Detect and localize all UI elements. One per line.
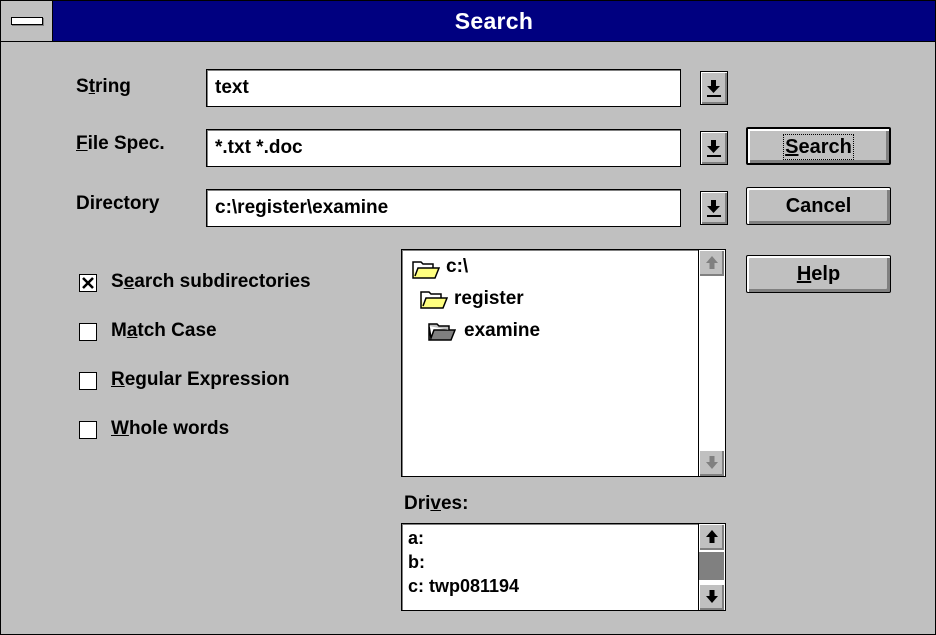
- title-bar[interactable]: Search: [1, 1, 935, 42]
- chevron-down-icon: [707, 80, 721, 97]
- check-x-icon: [82, 277, 94, 289]
- directory-label: Directory: [76, 193, 160, 214]
- filespec-dropdown-button[interactable]: [700, 131, 728, 165]
- match-case-checkbox[interactable]: [79, 323, 97, 341]
- match-case-label[interactable]: Match Case: [111, 320, 217, 342]
- arrow-down-icon: [706, 456, 718, 469]
- window-title: Search: [454, 8, 534, 34]
- search-button[interactable]: Search: [746, 127, 891, 165]
- filespec-input[interactable]: *.txt *.doc: [206, 129, 681, 167]
- whole-words-checkbox[interactable]: [79, 421, 97, 439]
- drives-scroll-down-button[interactable]: [699, 584, 724, 610]
- open-folder-icon: [412, 261, 440, 279]
- chevron-down-icon: [707, 140, 721, 157]
- arrow-up-icon: [706, 530, 718, 543]
- drives-list[interactable]: a: b: c: twp081194: [401, 523, 726, 611]
- directory-dropdown-button[interactable]: [700, 191, 728, 225]
- arrow-down-icon: [706, 590, 718, 603]
- regular-expression-checkbox[interactable]: [79, 372, 97, 390]
- help-button[interactable]: Help: [746, 255, 891, 293]
- scroll-down-button[interactable]: [699, 450, 724, 476]
- regular-expression-label[interactable]: Regular Expression: [111, 369, 289, 391]
- string-dropdown-button[interactable]: [700, 71, 728, 105]
- arrow-up-icon: [706, 256, 718, 269]
- system-menu-button[interactable]: [1, 1, 53, 41]
- drives-scroll-track[interactable]: [699, 552, 724, 580]
- system-menu-icon: [11, 17, 43, 25]
- tree-item-root[interactable]: c:\: [446, 256, 468, 278]
- open-folder-selected-icon: [428, 323, 456, 341]
- search-subdirectories-checkbox[interactable]: [79, 274, 97, 292]
- drive-item-b[interactable]: b:: [408, 552, 425, 573]
- chevron-down-icon: [707, 200, 721, 217]
- open-folder-icon: [420, 291, 448, 309]
- scroll-up-button[interactable]: [699, 250, 724, 276]
- drives-scroll-up-button[interactable]: [699, 524, 724, 550]
- tree-item-examine[interactable]: examine: [464, 320, 540, 342]
- drive-item-c[interactable]: c: twp081194: [408, 576, 519, 597]
- directory-scrollbar[interactable]: [698, 250, 725, 476]
- directory-input[interactable]: c:\register\examine: [206, 189, 681, 227]
- drives-scrollbar[interactable]: [698, 524, 725, 610]
- directory-tree-list[interactable]: c:\ register examine: [401, 249, 726, 477]
- tree-item-register[interactable]: register: [454, 288, 524, 310]
- drives-label: Drives:: [404, 493, 469, 514]
- drive-item-a[interactable]: a:: [408, 528, 424, 549]
- string-label: String: [76, 76, 131, 97]
- search-subdirectories-label[interactable]: Search subdirectories: [111, 271, 311, 293]
- cancel-button[interactable]: Cancel: [746, 187, 891, 225]
- search-dialog: Search String text File Spec. *.txt *.do…: [0, 0, 936, 635]
- string-input[interactable]: text: [206, 69, 681, 107]
- filespec-label: File Spec.: [76, 133, 165, 154]
- whole-words-label[interactable]: Whole words: [111, 418, 229, 440]
